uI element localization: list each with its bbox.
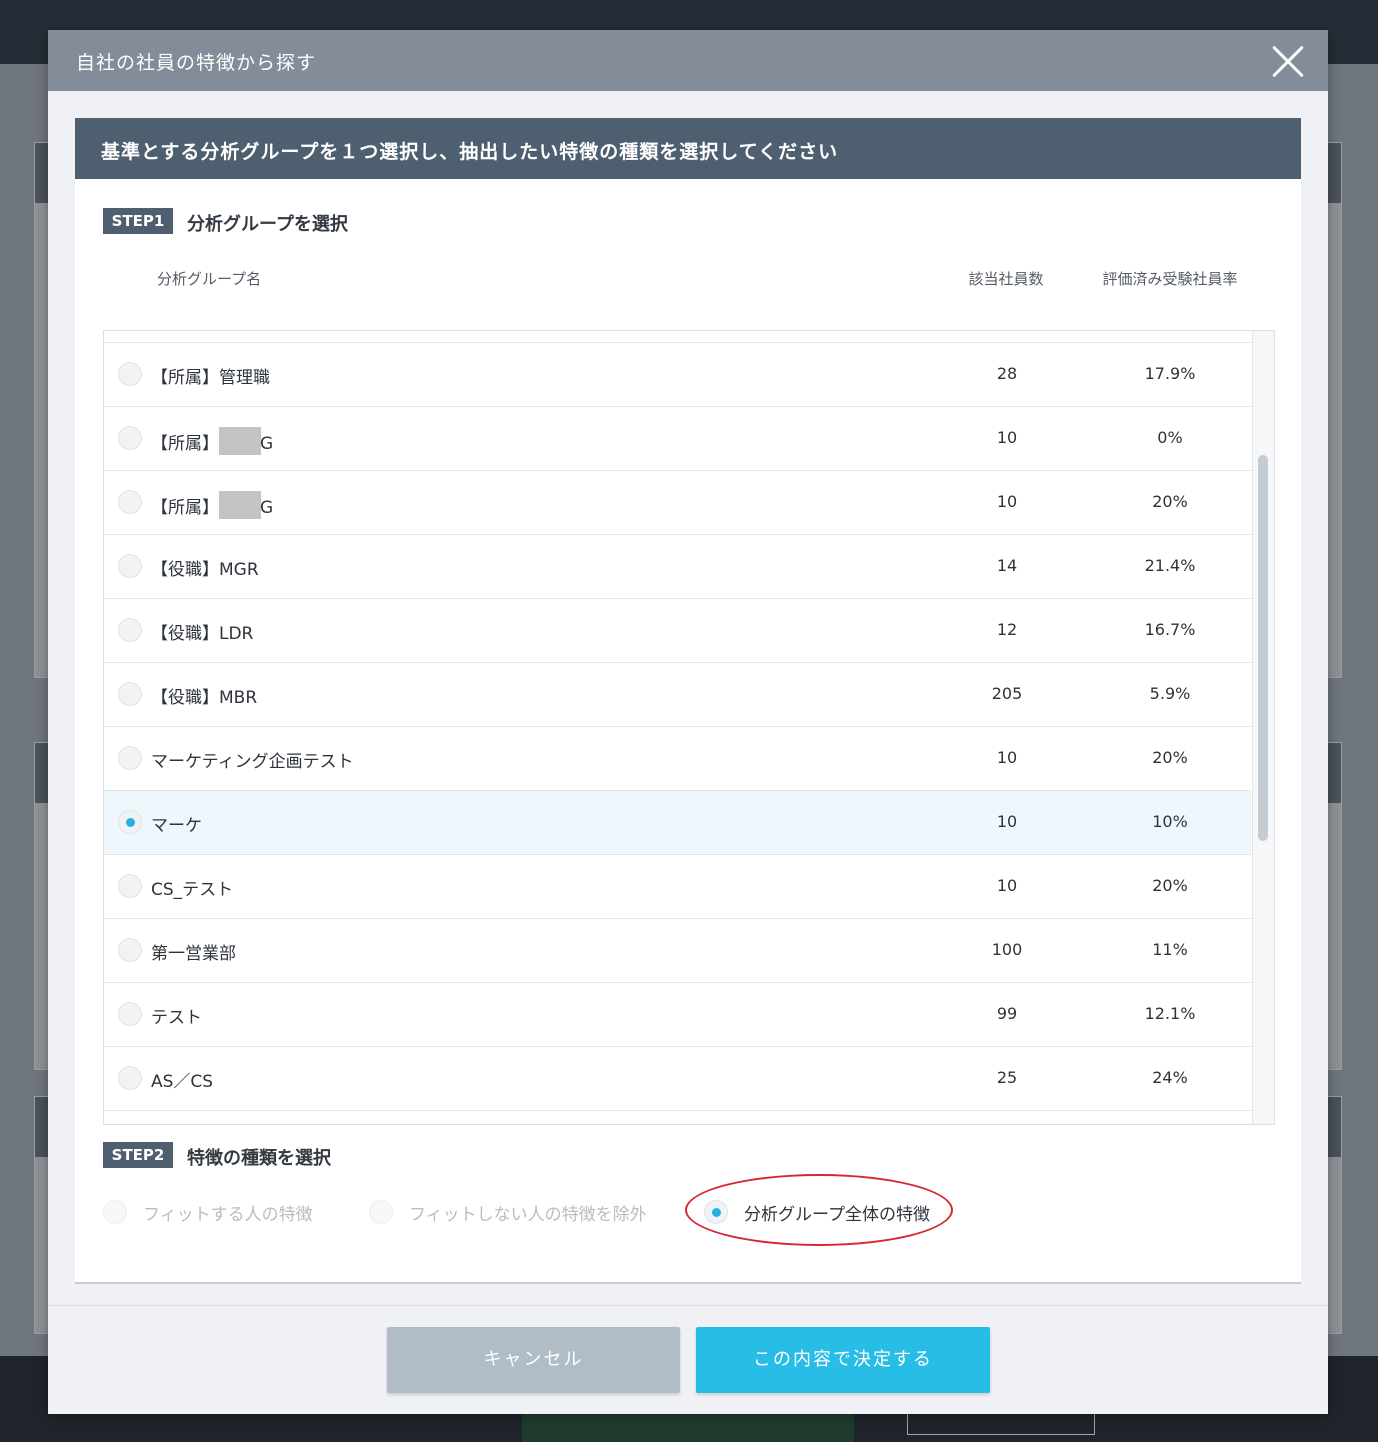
instruction-text: 基準とする分析グループを１つ選択し、抽出したい特徴の種類を選択してください	[101, 141, 839, 163]
evaluated-rate: 11%	[1152, 940, 1188, 959]
employee-count: 28	[996, 364, 1018, 383]
table-row[interactable]: 【役職】LDR 12 16.7%	[104, 599, 1251, 663]
radio-icon[interactable]	[103, 1200, 127, 1224]
table-row[interactable]: テスト 99 12.1%	[104, 983, 1251, 1047]
employee-count: 12	[996, 620, 1018, 639]
radio-icon[interactable]	[118, 618, 142, 642]
table-row[interactable]: 【所属】管理職 28 17.9%	[104, 343, 1251, 407]
employee-count: 100	[991, 940, 1023, 959]
modal-header: 自社の社員の特徴から探す	[48, 30, 1328, 91]
group-name: マーケティング企画テスト	[151, 752, 354, 772]
group-name: CS_テスト	[151, 880, 234, 900]
radio-icon[interactable]	[118, 554, 142, 578]
group-name: 【役職】MGR	[151, 560, 259, 580]
radio-icon[interactable]	[118, 1066, 142, 1090]
radio-icon[interactable]	[369, 1200, 393, 1224]
option-label: 分析グループ全体の特徴	[744, 1205, 930, 1225]
analysis-group-list: 【所属】管理職 28 17.9% 【所属】 G 10 0% 【所属】 G 10 20% 【役職】MGR…	[103, 330, 1275, 1125]
table-row[interactable]: CS_テスト 10 20%	[104, 855, 1251, 919]
group-name: 【所属】 G	[151, 491, 273, 519]
table-row[interactable]: 【所属】 G 10 20%	[104, 471, 1251, 535]
option-label: フィットしない人の特徴を除外	[409, 1205, 647, 1225]
table-row[interactable]: 【役職】MBR 205 5.9%	[104, 663, 1251, 727]
group-name: AS／CS	[151, 1072, 214, 1092]
table-row[interactable]: マーケ 10 10%	[104, 791, 1251, 855]
evaluated-rate: 24%	[1152, 1068, 1188, 1087]
radio-icon[interactable]	[118, 938, 142, 962]
radio-icon[interactable]	[118, 426, 142, 450]
scrollbar-thumb[interactable]	[1258, 455, 1268, 841]
analysis-group-rows: 【所属】管理職 28 17.9% 【所属】 G 10 0% 【所属】 G 10 20% 【役職】MGR…	[104, 331, 1251, 1124]
radio-selected-icon[interactable]	[118, 810, 142, 834]
table-row[interactable]: AS／CS 25 24%	[104, 1047, 1251, 1111]
feature-search-modal: 自社の社員の特徴から探す 基準とする分析グループを１つ選択し、抽出したい特徴の種…	[48, 30, 1328, 1414]
radio-icon[interactable]	[118, 746, 142, 770]
evaluated-rate: 0%	[1157, 428, 1183, 447]
group-name: 第一営業部	[151, 944, 236, 964]
radio-icon[interactable]	[118, 682, 142, 706]
radio-selected-icon[interactable]	[704, 1200, 728, 1224]
table-row[interactable]: マーケティング企画テスト 10 20%	[104, 727, 1251, 791]
employee-count: 10	[996, 428, 1018, 447]
radio-icon[interactable]	[118, 1002, 142, 1026]
evaluated-rate: 20%	[1152, 876, 1188, 895]
instruction-banner: 基準とする分析グループを１つ選択し、抽出したい特徴の種類を選択してください	[75, 118, 1301, 179]
employee-count: 10	[996, 876, 1018, 895]
step2-badge: STEP2	[103, 1142, 173, 1168]
employee-count: 10	[996, 748, 1018, 767]
table-row[interactable]	[104, 331, 1251, 343]
employee-count: 14	[996, 556, 1018, 575]
footer-divider	[48, 1305, 1328, 1306]
redacted-block	[219, 427, 261, 455]
evaluated-rate: 21.4%	[1144, 556, 1196, 575]
group-name: 【役職】MBR	[151, 688, 258, 708]
modal-title: 自社の社員の特徴から探す	[76, 52, 317, 74]
radio-icon[interactable]	[118, 874, 142, 898]
group-name: テスト	[151, 1008, 202, 1028]
evaluated-rate: 5.9%	[1149, 684, 1191, 703]
table-row[interactable]: 【所属】 G 10 0%	[104, 407, 1251, 471]
confirm-button[interactable]: この内容で決定する	[696, 1327, 990, 1393]
option-label: フィットする人の特徴	[143, 1205, 313, 1225]
employee-count: 99	[996, 1004, 1018, 1023]
step1-badge: STEP1	[103, 208, 173, 234]
evaluated-rate: 17.9%	[1144, 364, 1196, 383]
evaluated-rate: 20%	[1152, 492, 1188, 511]
close-icon[interactable]	[1270, 43, 1306, 79]
evaluated-rate: 20%	[1152, 748, 1188, 767]
group-name: マーケ	[151, 816, 202, 836]
table-row[interactable]	[104, 1111, 1251, 1124]
employee-count: 205	[991, 684, 1023, 703]
employee-count: 25	[996, 1068, 1018, 1087]
selection-panel: 基準とする分析グループを１つ選択し、抽出したい特徴の種類を選択してください ST…	[75, 118, 1301, 1284]
cancel-button[interactable]: キャンセル	[387, 1327, 680, 1393]
group-name: 【役職】LDR	[151, 624, 254, 644]
table-row[interactable]: 第一営業部 100 11%	[104, 919, 1251, 983]
column-header-count: 該当社員数	[968, 270, 1044, 288]
group-name: 【所属】 G	[151, 427, 273, 455]
employee-count: 10	[996, 812, 1018, 831]
column-header-rate: 評価済み受験社員率	[1102, 270, 1238, 288]
table-row[interactable]: 【役職】MGR 14 21.4%	[104, 535, 1251, 599]
evaluated-rate: 12.1%	[1144, 1004, 1196, 1023]
evaluated-rate: 16.7%	[1144, 620, 1196, 639]
radio-icon[interactable]	[118, 490, 142, 514]
column-header-name: 分析グループ名	[157, 270, 262, 288]
radio-icon[interactable]	[118, 362, 142, 386]
group-name: 【所属】管理職	[151, 368, 270, 388]
employee-count: 10	[996, 492, 1018, 511]
background-green-button	[522, 1412, 854, 1442]
redacted-block	[219, 491, 261, 519]
step1-title: 分析グループを選択	[187, 214, 348, 235]
step2-title: 特徴の種類を選択	[187, 1148, 331, 1169]
evaluated-rate: 10%	[1152, 812, 1188, 831]
